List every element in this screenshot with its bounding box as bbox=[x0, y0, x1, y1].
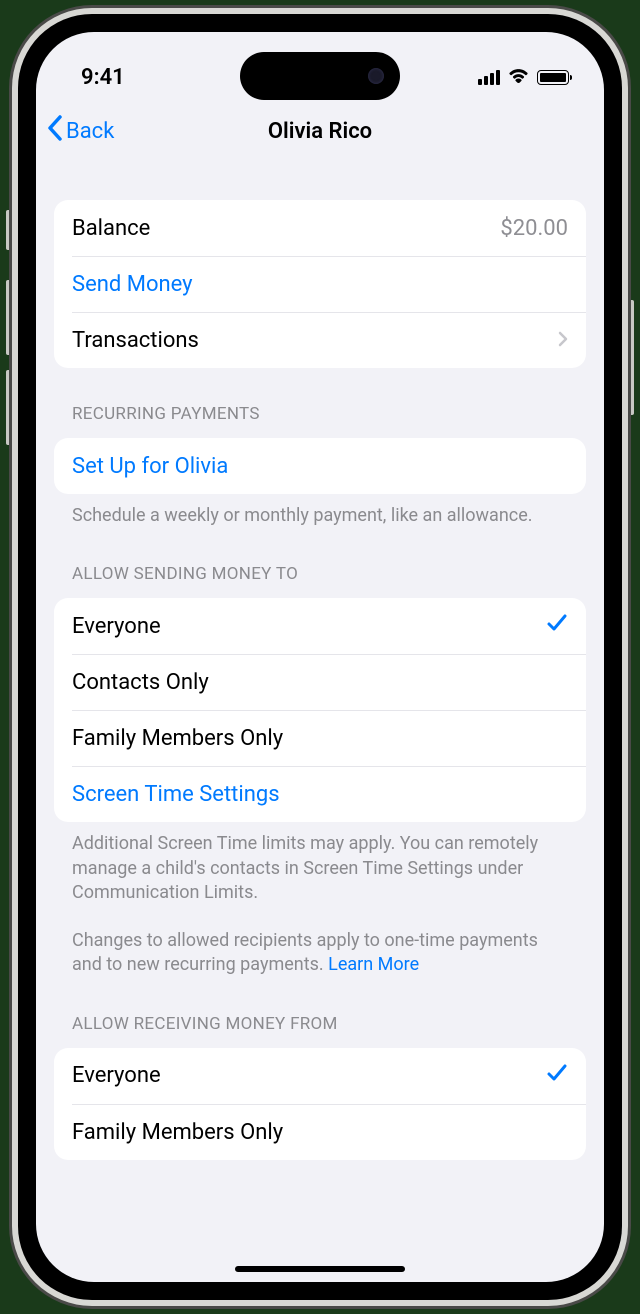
transactions-button[interactable]: Transactions bbox=[72, 312, 586, 368]
sending-option-contacts[interactable]: Contacts Only bbox=[72, 654, 586, 710]
status-time: 9:41 bbox=[81, 65, 125, 90]
back-button[interactable]: Back bbox=[46, 114, 114, 148]
dynamic-island bbox=[240, 52, 400, 100]
learn-more-link[interactable]: Learn More bbox=[328, 954, 419, 975]
back-label: Back bbox=[66, 119, 114, 144]
wifi-icon bbox=[508, 67, 529, 87]
balance-row: Balance $20.00 bbox=[54, 200, 586, 256]
home-indicator[interactable] bbox=[235, 1266, 405, 1272]
balance-value: $20.00 bbox=[500, 216, 568, 241]
send-money-button[interactable]: Send Money bbox=[72, 256, 586, 312]
content: Balance $20.00 Send Money Transactions R… bbox=[36, 160, 604, 1160]
cellular-signal-icon bbox=[478, 70, 500, 85]
receiving-option-family[interactable]: Family Members Only bbox=[72, 1104, 586, 1160]
sending-option-family[interactable]: Family Members Only bbox=[72, 710, 586, 766]
receiving-header: ALLOW RECEIVING MONEY FROM bbox=[54, 1014, 586, 1042]
battery-icon bbox=[537, 70, 569, 85]
balance-label: Balance bbox=[72, 216, 150, 241]
status-icons bbox=[478, 67, 569, 87]
checkmark-icon bbox=[546, 1062, 568, 1090]
sending-footer-2: Changes to allowed recipients apply to o… bbox=[54, 919, 586, 978]
recurring-section: Set Up for Olivia bbox=[54, 438, 586, 494]
receiving-option-everyone[interactable]: Everyone bbox=[54, 1048, 586, 1104]
navigation-bar: Back Olivia Rico bbox=[36, 102, 604, 160]
sending-footer-1: Additional Screen Time limits may apply.… bbox=[54, 822, 586, 905]
screen-time-settings-button[interactable]: Screen Time Settings bbox=[72, 766, 586, 822]
receiving-section: Everyone Family Members Only bbox=[54, 1048, 586, 1160]
checkmark-icon bbox=[546, 612, 568, 640]
sending-section: Everyone Contacts Only Family Members On… bbox=[54, 598, 586, 822]
sending-header: ALLOW SENDING MONEY TO bbox=[54, 564, 586, 592]
transactions-label: Transactions bbox=[72, 328, 199, 353]
chevron-right-icon bbox=[558, 328, 568, 353]
page-title: Olivia Rico bbox=[268, 119, 372, 144]
chevron-left-icon bbox=[46, 114, 63, 148]
sending-option-everyone[interactable]: Everyone bbox=[54, 598, 586, 654]
phone-frame: 9:41 bbox=[12, 8, 628, 1306]
screen: 9:41 bbox=[36, 32, 604, 1282]
recurring-header: RECURRING PAYMENTS bbox=[54, 404, 586, 432]
setup-recurring-button[interactable]: Set Up for Olivia bbox=[54, 438, 586, 494]
recurring-footer: Schedule a weekly or monthly payment, li… bbox=[54, 494, 586, 528]
balance-section: Balance $20.00 Send Money Transactions bbox=[54, 200, 586, 368]
